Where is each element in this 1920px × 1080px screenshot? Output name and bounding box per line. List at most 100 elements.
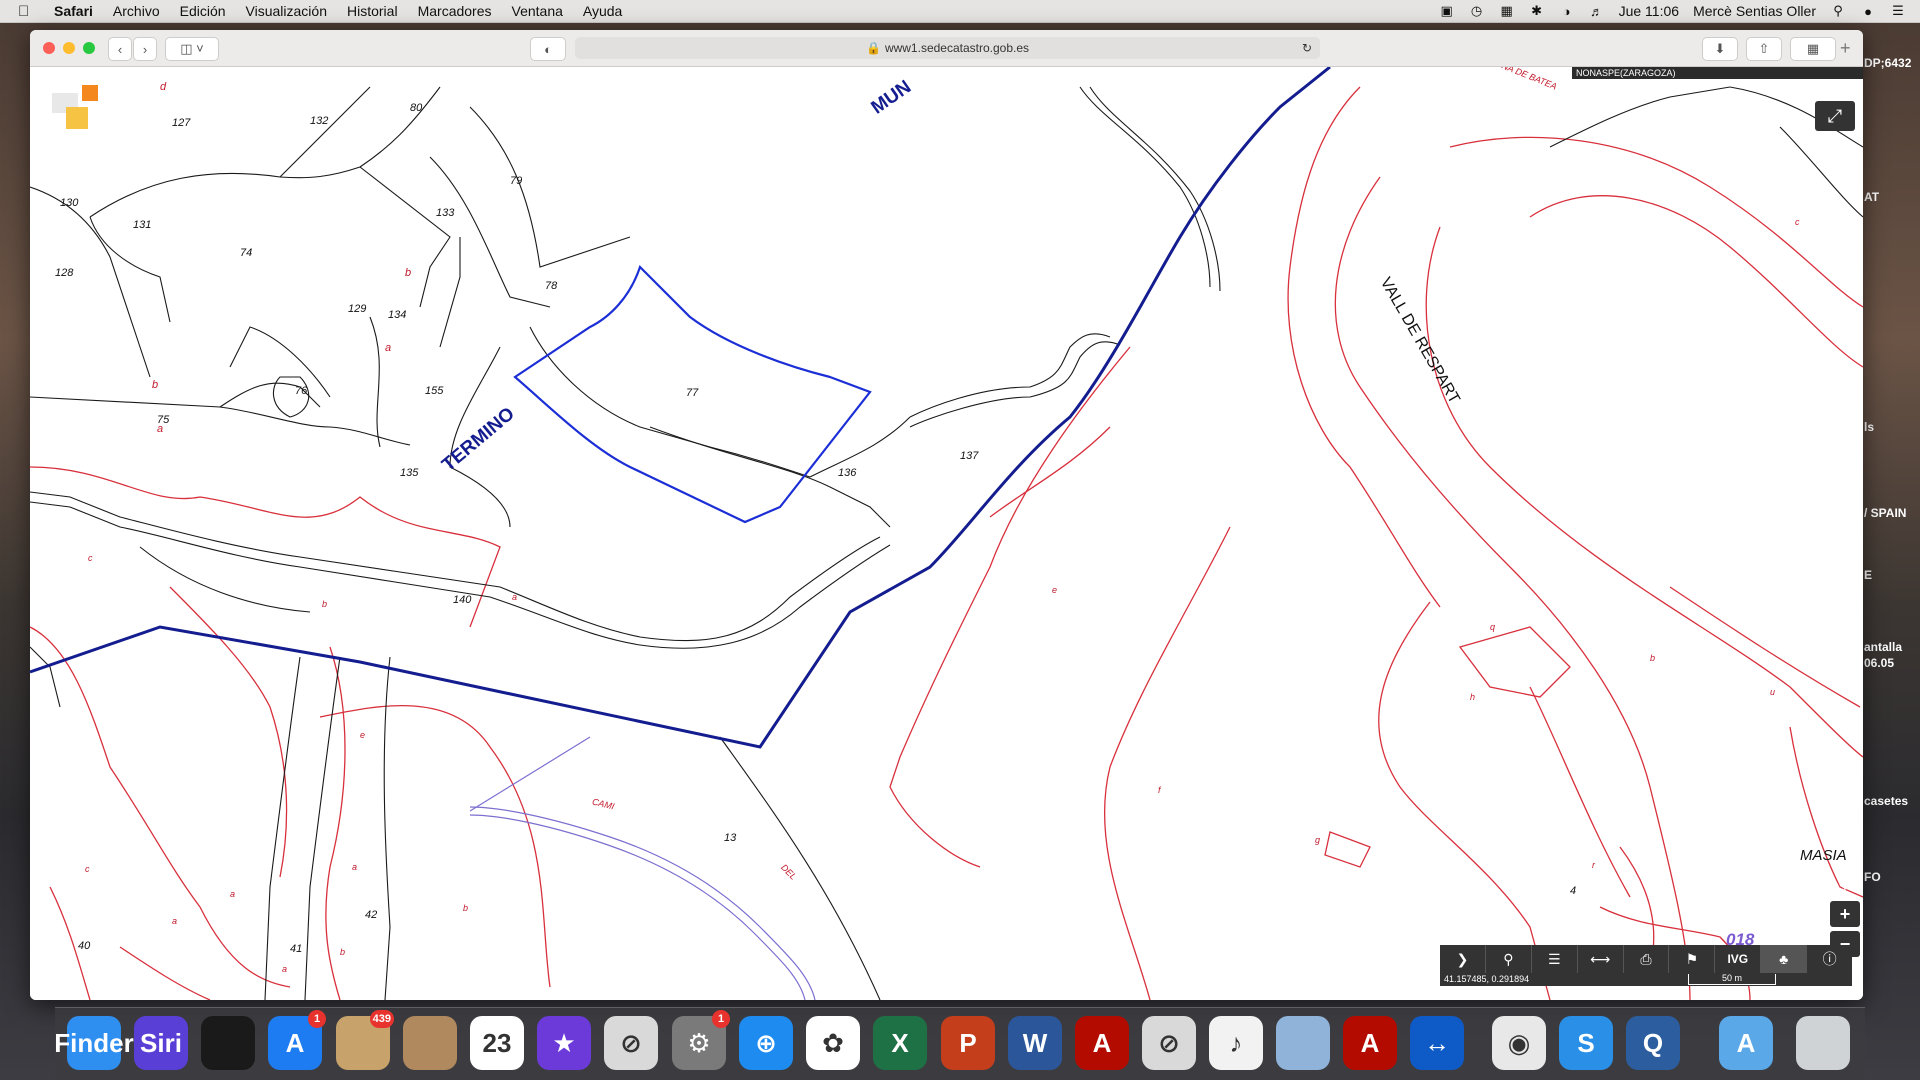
- dock-acrobat-2-icon[interactable]: A: [1343, 1016, 1397, 1070]
- menu-marcadores[interactable]: Marcadores: [418, 3, 492, 19]
- map-tool-layers[interactable]: ☰: [1532, 945, 1578, 973]
- menu-visualizacion[interactable]: Visualización: [246, 3, 327, 19]
- dock-powerpoint-icon[interactable]: P: [941, 1016, 995, 1070]
- map-tool-overlay[interactable]: ♣: [1761, 945, 1808, 973]
- dock-imovie-icon[interactable]: ★: [537, 1016, 591, 1070]
- desktop-label[interactable]: casetes: [1864, 794, 1908, 808]
- dock-calendar-icon[interactable]: 23: [470, 1016, 524, 1070]
- bluetooth-icon[interactable]: ✱: [1529, 3, 1545, 18]
- dock-badge: 1: [308, 1010, 326, 1028]
- menu-edicion[interactable]: Edición: [180, 3, 226, 19]
- info-icon: ⓘ: [1822, 951, 1837, 967]
- reload-icon[interactable]: ↻: [1302, 41, 1312, 55]
- dock-photos-icon[interactable]: ✿: [806, 1016, 860, 1070]
- dock-siri-icon[interactable]: Siri: [134, 1016, 188, 1070]
- recenter-button[interactable]: ⌖: [1830, 872, 1860, 898]
- keyboard-icon[interactable]: ▦: [1499, 3, 1515, 18]
- desktop-label[interactable]: E: [1864, 568, 1872, 582]
- forward-button[interactable]: ›: [133, 37, 157, 61]
- dock-safari-icon[interactable]: ⊕: [739, 1016, 793, 1070]
- desktop-label[interactable]: / SPAIN: [1864, 506, 1906, 520]
- time-machine-icon[interactable]: ◷: [1469, 3, 1485, 18]
- catastro-logo-icon[interactable]: [52, 85, 98, 130]
- volume-icon[interactable]: ♬: [1589, 4, 1605, 19]
- siri-icon[interactable]: ●: [1860, 4, 1876, 19]
- apple-menu-icon[interactable]: : [18, 3, 40, 20]
- dock-mail-stamp-icon[interactable]: 439: [336, 1010, 394, 1070]
- wifi-icon[interactable]: ◑: [1559, 4, 1575, 19]
- parcel-label: f: [1158, 785, 1161, 795]
- fullscreen-button[interactable]: ⤢: [1815, 101, 1855, 131]
- dock-applications-folder-icon[interactable]: A: [1719, 1016, 1773, 1070]
- dock-preview-icon[interactable]: [1276, 1016, 1330, 1070]
- screen-icon[interactable]: ▣: [1439, 3, 1455, 18]
- map-canvas[interactable]: [30, 67, 1863, 1000]
- dock-icon-glyph: ⊘: [620, 1027, 642, 1058]
- desktop-label[interactable]: antalla: [1864, 640, 1902, 654]
- dock-app-store-icon[interactable]: A1: [268, 1010, 326, 1070]
- dock-disabled-app-1-icon[interactable]: ⊘: [604, 1016, 658, 1070]
- menu-bar:  Safari Archivo Edición Visualización H…: [0, 0, 1920, 23]
- dock-icon-glyph: W: [1022, 1027, 1048, 1058]
- map-tool-measure[interactable]: ⟷: [1578, 945, 1624, 973]
- map-tool-print[interactable]: ⎙: [1624, 945, 1670, 973]
- dock-itunes-icon[interactable]: ♪: [1209, 1016, 1263, 1070]
- zoom-in-button[interactable]: +: [1830, 901, 1860, 927]
- map-tool-ivg[interactable]: IVG: [1715, 945, 1762, 973]
- desktop-label[interactable]: ls: [1864, 420, 1874, 434]
- desktop-label[interactable]: AT: [1864, 190, 1879, 204]
- close-window-icon[interactable]: [43, 42, 55, 54]
- dock-finder-icon[interactable]: Finder: [54, 1016, 134, 1070]
- dock-contacts-icon[interactable]: [403, 1016, 457, 1070]
- downloads-button[interactable]: ⬇: [1702, 37, 1738, 61]
- map-tool-streetview[interactable]: ⚑: [1669, 945, 1716, 973]
- tab-overview-button[interactable]: ▦: [1790, 37, 1836, 61]
- minimize-window-icon[interactable]: [63, 42, 75, 54]
- privacy-report-button[interactable]: ◐: [530, 37, 566, 61]
- address-bar[interactable]: 🔒 www1.sedecatastro.gob.es ↻: [575, 37, 1320, 59]
- new-tab-icon[interactable]: +: [1840, 38, 1851, 59]
- coordinates-readout: 41.157485, 0.291894: [1440, 973, 1852, 986]
- dock-quicktime-icon[interactable]: Q: [1626, 1016, 1680, 1070]
- menu-ayuda[interactable]: Ayuda: [583, 3, 622, 19]
- menu-ventana[interactable]: Ventana: [512, 3, 563, 19]
- dock-excel-icon[interactable]: X: [873, 1016, 927, 1070]
- cadastral-map[interactable]: d 132 80 127 79 133 130 131 74 128 b 78 …: [30, 67, 1863, 1000]
- menu-app-name[interactable]: Safari: [54, 3, 93, 19]
- desktop-label[interactable]: FO: [1864, 870, 1881, 884]
- map-tool-search[interactable]: ⚲: [1486, 945, 1532, 973]
- dock-word-icon[interactable]: W: [1008, 1016, 1062, 1070]
- desktop-file-labels: DP;6432 AT ls / SPAIN E antalla 06.05 ca…: [1864, 56, 1920, 996]
- map-tool-info[interactable]: ⓘ: [1807, 945, 1852, 973]
- menu-historial[interactable]: Historial: [347, 3, 398, 19]
- parcel-label: 130: [60, 197, 79, 209]
- notification-center-icon[interactable]: ☰: [1890, 3, 1906, 18]
- map-tool-next[interactable]: ❯: [1440, 945, 1486, 973]
- zoom-window-icon[interactable]: [83, 42, 95, 54]
- desktop-label[interactable]: DP;6432: [1864, 56, 1911, 70]
- dock-skype-icon[interactable]: S: [1559, 1016, 1613, 1070]
- dock-system-preferences-icon[interactable]: ⚙ 1: [672, 1010, 730, 1070]
- parcel-label: 13: [724, 832, 737, 844]
- dock-photo-booth-icon[interactable]: [201, 1016, 255, 1070]
- parcel-label: g: [1315, 835, 1321, 845]
- parcel-label: 133: [436, 207, 455, 219]
- dock-disabled-app-2-icon[interactable]: ⊘: [1142, 1016, 1196, 1070]
- menu-clock[interactable]: Jue 11:06: [1619, 3, 1679, 19]
- sidebar-button[interactable]: ◫ ˅: [165, 37, 219, 61]
- chevron-right-icon: ❯: [1456, 950, 1469, 967]
- menu-user[interactable]: Mercè Sentias Oller: [1693, 3, 1816, 19]
- desktop-label[interactable]: 06.05: [1864, 656, 1894, 670]
- dock-teamviewer-icon[interactable]: ↔: [1410, 1016, 1464, 1070]
- dock-trash-icon[interactable]: [1796, 1016, 1850, 1070]
- dock-icon-glyph: ◉: [1507, 1027, 1531, 1058]
- back-button[interactable]: ‹: [108, 37, 132, 61]
- dock-icon-glyph: ★: [552, 1027, 576, 1058]
- menu-archivo[interactable]: Archivo: [113, 3, 160, 19]
- spotlight-icon[interactable]: ⚲: [1830, 3, 1846, 18]
- share-button[interactable]: ⇧: [1746, 37, 1782, 61]
- dock-chrome-icon[interactable]: ◉: [1492, 1016, 1546, 1070]
- parcel-label: b: [340, 947, 346, 957]
- dock-icon-glyph: Finder: [54, 1027, 134, 1058]
- dock-acrobat-icon[interactable]: A: [1075, 1016, 1129, 1070]
